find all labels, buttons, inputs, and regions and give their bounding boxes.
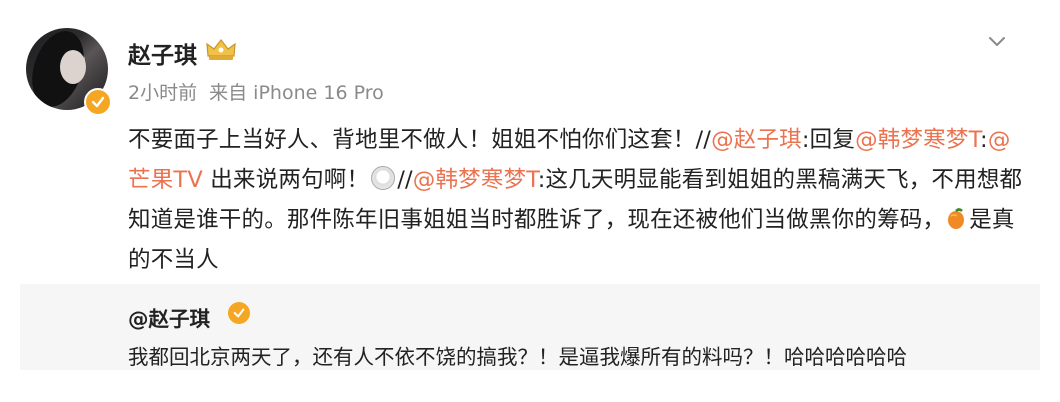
- repost-text: 我都回北京两天了，还有人不依不饶的搞我？！是逼我爆所有的料吗？！哈哈哈哈哈哈: [128, 345, 907, 369]
- verified-badge-icon: [228, 302, 250, 324]
- mention-link[interactable]: @韩梦寒梦T: [855, 127, 980, 153]
- weibo-post: 赵子琪 2小时前 来自 iPhone 16 Pro 不要面子上当好人、背地里不做…: [0, 0, 1060, 402]
- post-source: 来自 iPhone 16 Pro: [209, 82, 384, 104]
- content-text: 不要面子上当好人、背地里不做人！姐姐不怕你们这套！//: [128, 127, 712, 153]
- repost-username[interactable]: @赵子琪: [128, 302, 210, 332]
- content-text: //: [397, 167, 413, 193]
- content-text: :回复: [801, 127, 856, 153]
- verified-badge-icon: [84, 88, 112, 116]
- mango-emoji-icon: [948, 208, 965, 229]
- username[interactable]: 赵子琪: [128, 36, 197, 70]
- repost-card[interactable]: @赵子琪 我都回北京两天了，还有人不依不饶的搞我？！是逼我爆所有的料吗？！哈哈哈…: [20, 284, 1040, 370]
- content-text: :: [980, 127, 988, 153]
- post-time[interactable]: 2小时前: [128, 82, 197, 104]
- smile-emoji-icon: [371, 166, 396, 190]
- avatar-face: [60, 50, 86, 84]
- chevron-down-icon[interactable]: [986, 30, 1008, 52]
- mention-link[interactable]: @赵子琪: [711, 127, 802, 153]
- post-meta: 2小时前 来自 iPhone 16 Pro: [128, 78, 390, 105]
- post-content: 不要面子上当好人、背地里不做人！姐姐不怕你们这套！//@赵子琪:回复@韩梦寒梦T…: [128, 120, 1028, 280]
- crown-icon: [206, 39, 236, 60]
- mention-link[interactable]: @韩梦寒梦T: [413, 167, 538, 193]
- content-text: 出来说两句啊！: [202, 167, 370, 193]
